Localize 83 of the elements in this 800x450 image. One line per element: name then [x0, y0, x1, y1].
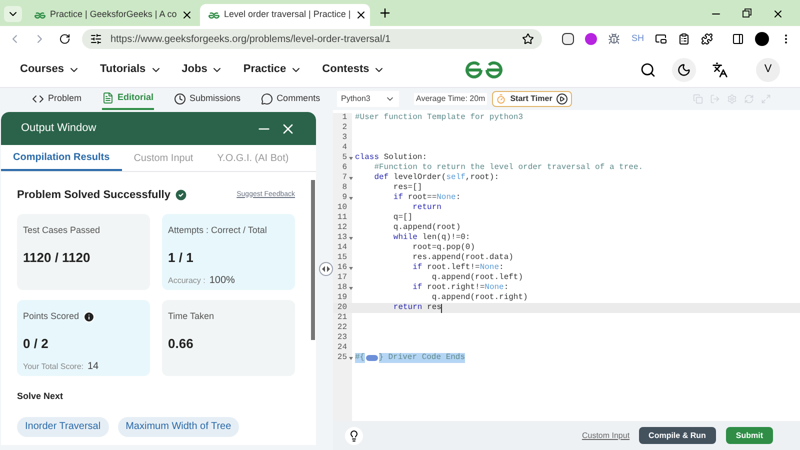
stat-value: 1 / 1 — [168, 248, 194, 266]
problem-tab[interactable]: Editorial — [102, 88, 154, 110]
line-number: 5 — [341, 153, 347, 163]
start-timer-button[interactable]: Start Timer — [492, 91, 572, 107]
window-title: Output Window — [21, 121, 98, 136]
line-number: 16 — [336, 263, 347, 273]
line-number: 18 — [336, 283, 347, 293]
nav-menu[interactable]: Jobs — [182, 61, 224, 78]
stat-label: Attempts : Correct / Total — [168, 224, 267, 237]
stat-sub-label: Accuracy : — [168, 274, 206, 286]
user-avatar[interactable]: V — [756, 58, 780, 82]
stat-sub-label: Your Total Score: — [23, 360, 84, 372]
line-number: 11 — [336, 213, 347, 223]
line-number: 20 — [336, 303, 347, 313]
compile-run-button[interactable]: Compile & Run — [638, 427, 716, 444]
line-number: 23 — [336, 333, 347, 343]
line-number: 3 — [341, 133, 347, 143]
line-number: 15 — [336, 253, 347, 263]
line-number: 22 — [336, 323, 347, 333]
code-line: q=[] — [392, 213, 413, 223]
average-time: Average Time: 20m — [414, 93, 488, 105]
line-number: 19 — [336, 293, 347, 303]
tab-title: Practice | GeeksforGeeks | A co — [50, 8, 177, 22]
stat-value: 0 / 2 — [23, 334, 50, 352]
problem-tab[interactable]: Submissions — [174, 88, 241, 110]
line-number: 10 — [336, 203, 347, 213]
code-line: if root.left!=None: — [412, 263, 504, 273]
stat-label: Points Scored — [23, 310, 80, 323]
code-line: root=q.pop(0) — [412, 243, 476, 253]
line-number: 21 — [336, 313, 347, 323]
browser-tab[interactable]: Practice | GeeksforGeeks | A co — [26, 4, 196, 26]
line-number: 2 — [341, 123, 347, 133]
line-number: 25 — [336, 353, 347, 363]
problem-chip[interactable]: Maximum Width of Tree — [118, 416, 240, 436]
code-line: q.append(root) — [392, 223, 461, 233]
address-bar[interactable]: https://www.geeksforgeeks.org/problems/level-order-traversal/1 — [82, 29, 542, 49]
line-number: 17 — [336, 273, 347, 283]
nav-menu[interactable]: Contests — [322, 61, 386, 78]
code-line: if root==None: — [392, 193, 461, 203]
code-line: return res — [392, 303, 442, 313]
browser-tab[interactable]: Level order traversal | Practice | — [200, 4, 370, 26]
stat-sub-value: 14 — [87, 360, 99, 374]
line-number: 13 — [336, 233, 347, 243]
line-number: 12 — [336, 223, 347, 233]
section-title: Solve Next — [17, 390, 64, 403]
code-line: res.append(root.data) — [412, 253, 514, 263]
code-line: #{ } Driver Code Ends — [354, 353, 466, 363]
problem-chip[interactable]: Inorder Traversal — [17, 416, 109, 436]
language-select[interactable]: Python3 — [337, 91, 399, 107]
code-line: res=[] — [392, 183, 422, 193]
tab-title: Level order traversal | Practice | — [224, 8, 351, 22]
stat-label: Time Taken — [168, 310, 214, 323]
problem-tab[interactable]: Comments — [260, 88, 320, 110]
status-message: Problem Solved Successfully — [17, 188, 170, 203]
stat-value: 1120 / 1120 — [23, 248, 92, 266]
line-number: 9 — [341, 193, 347, 203]
nav-menu[interactable]: Courses — [20, 61, 80, 78]
submit-button[interactable]: Submit — [726, 427, 773, 444]
code-line: if root.right!=None: — [412, 283, 509, 293]
code-line: return — [412, 203, 442, 213]
code-line: q.append(root.left) — [430, 273, 524, 283]
problem-tab[interactable]: Problem — [32, 88, 82, 110]
line-number: 14 — [336, 243, 347, 253]
line-number: 8 — [341, 183, 347, 193]
line-number: 4 — [341, 143, 347, 153]
line-number: 7 — [341, 173, 347, 183]
code-line: #Function to return the level order traversal of a tree. — [373, 163, 644, 173]
output-tab[interactable]: Compilation Results — [1, 145, 122, 171]
code-line: class Solution: — [354, 153, 428, 163]
code-line: #User function Template for python3 — [354, 113, 524, 123]
code-line: while len(q)!=0: — [392, 233, 470, 243]
stat-label: Test Cases Passed — [23, 224, 100, 237]
code-line: def levelOrder(self,root): — [373, 173, 500, 183]
nav-menu[interactable]: Practice — [243, 61, 302, 78]
line-number: 24 — [336, 343, 347, 353]
line-number: 6 — [341, 163, 347, 173]
code-line: q.append(root.right) — [430, 293, 528, 303]
nav-menu[interactable]: Tutorials — [100, 61, 162, 78]
stat-sub-value: 100% — [209, 274, 235, 288]
url-text: https://www.geeksforgeeks.org/problems/level-order-traversal/1 — [110, 32, 392, 46]
custom-input-link[interactable]: Custom Input — [582, 430, 630, 442]
stat-value: 0.66 — [168, 334, 194, 352]
line-number: 1 — [341, 113, 347, 123]
